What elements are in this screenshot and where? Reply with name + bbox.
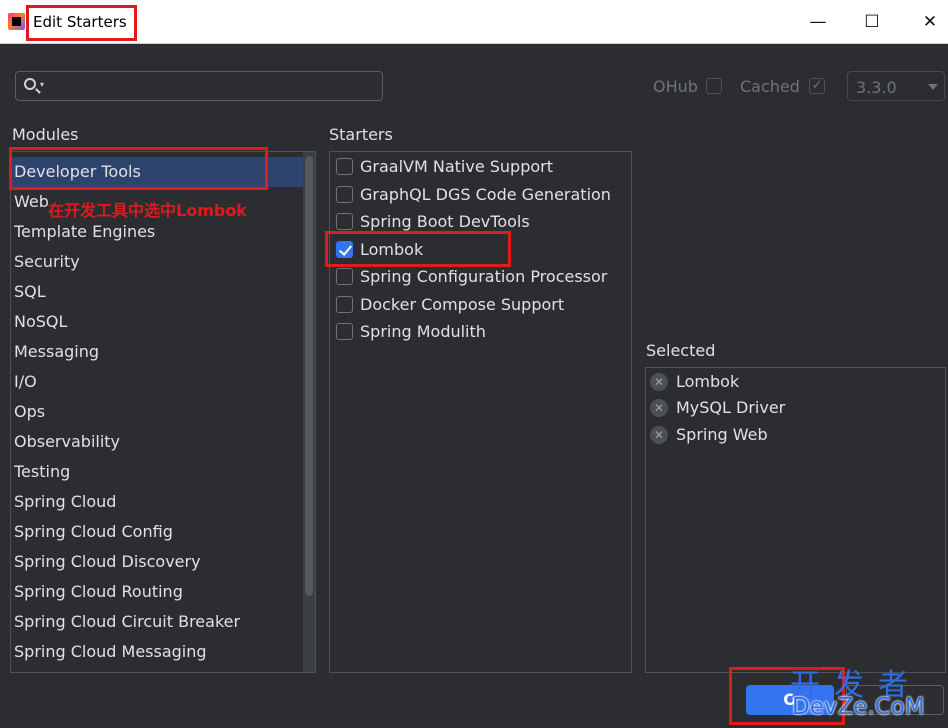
modules-scrollbar[interactable] [303,152,315,672]
title-annotation-box [26,5,137,41]
module-item[interactable]: Security [11,247,303,277]
version-value: 3.3.0 [856,78,897,97]
ohub-label: OHub [653,77,698,96]
search-options-icon[interactable]: ▾ [40,80,44,89]
modules-list[interactable]: Developer Tools Web Template Engines Sec… [10,151,316,673]
selected-list[interactable]: ✕ Lombok ✕ MySQL Driver ✕ Spring Web [645,367,946,673]
selected-item-label: MySQL Driver [676,398,786,417]
search-box[interactable]: ▾ [15,71,383,101]
remove-icon[interactable]: ✕ [650,426,668,444]
selected-item-label: Spring Web [676,425,768,444]
cached-checkbox[interactable]: ✓ [809,78,825,94]
watermark: 开发者 DevZe.CoM [790,660,948,726]
starter-label: Docker Compose Support [360,295,565,314]
module-item[interactable]: Spring Cloud [11,487,303,517]
modules-heading: Modules [12,125,79,144]
module-item[interactable]: Ops [11,397,303,427]
cached-label: Cached [740,77,800,96]
starter-checkbox[interactable] [336,268,353,285]
module-item[interactable]: SQL [11,277,303,307]
remove-icon[interactable]: ✕ [650,373,668,391]
module-item[interactable]: Spring Cloud Circuit Breaker [11,607,303,637]
module-item[interactable]: Template Engines [11,217,303,247]
search-input[interactable] [52,76,372,96]
starter-checkbox[interactable] [336,186,353,203]
version-select[interactable]: 3.3.0 [847,71,945,101]
starter-label: Spring Boot DevTools [360,212,530,231]
modules-annotation-box [9,147,268,190]
search-icon [24,78,36,90]
module-item[interactable]: Spring Cloud Routing [11,577,303,607]
starter-label: GraphQL DGS Code Generation [360,185,611,204]
watermark-text-bottom: DevZe.CoM [792,694,925,720]
maximize-icon[interactable]: ☐ [860,10,884,34]
starters-list[interactable]: GraalVM Native Support GraphQL DGS Code … [329,151,632,673]
starter-checkbox[interactable] [336,296,353,313]
intellij-app-icon [8,13,25,30]
module-item[interactable]: NoSQL [11,307,303,337]
starters-heading: Starters [329,125,393,144]
starter-label: Spring Configuration Processor [360,267,608,286]
starter-checkbox[interactable] [336,323,353,340]
close-icon[interactable]: ✕ [918,10,942,34]
module-item[interactable]: I/O [11,367,303,397]
selected-heading: Selected [646,341,716,360]
annotation-note: 在开发工具中选中Lombok [48,201,247,220]
ohub-checkbox[interactable] [706,78,722,94]
chevron-down-icon [928,84,938,90]
starter-label: Spring Modulith [360,322,486,341]
modules-scrollbar-thumb[interactable] [305,156,313,596]
module-item[interactable]: Spring Cloud Discovery [11,547,303,577]
lombok-annotation-box [325,231,511,267]
module-item[interactable]: Spring Cloud Config [11,517,303,547]
selected-item-label: Lombok [676,372,740,391]
starter-label: GraalVM Native Support [360,157,554,176]
module-item[interactable]: Spring Cloud Messaging [11,637,303,667]
module-item[interactable]: Observability [11,427,303,457]
module-item[interactable]: Testing [11,457,303,487]
minimize-icon[interactable]: — [806,10,830,34]
starter-checkbox[interactable] [336,213,353,230]
title-bar: Edit Starters — ☐ ✕ [0,0,948,44]
remove-icon[interactable]: ✕ [650,399,668,417]
starter-checkbox[interactable] [336,158,353,175]
module-item[interactable]: Messaging [11,337,303,367]
